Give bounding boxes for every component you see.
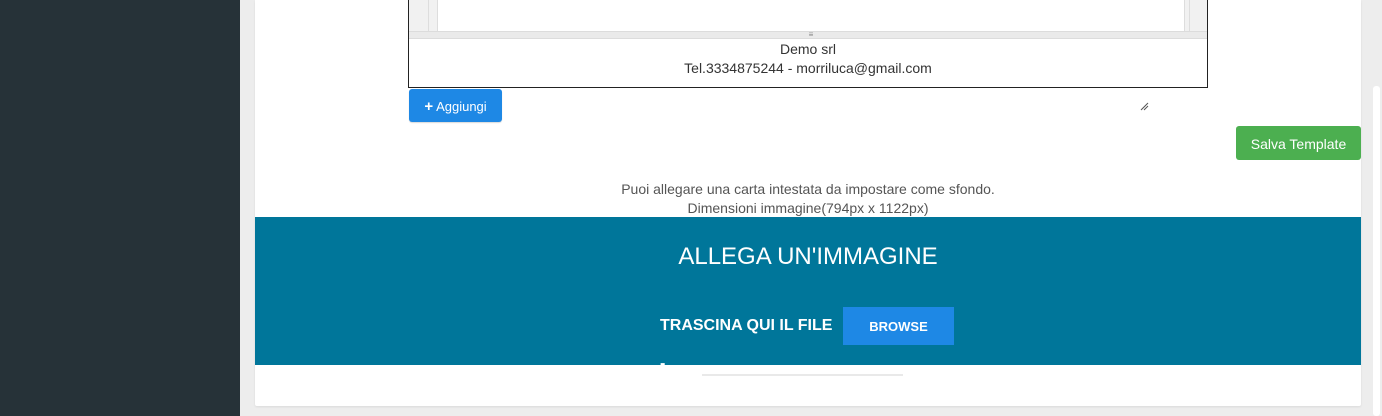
- background-note-line1: Puoi allegare una carta intestata da imp…: [621, 181, 995, 197]
- page-scrollbar[interactable]: [1371, 0, 1382, 416]
- browse-button[interactable]: BROWSE: [843, 307, 954, 345]
- dropzone-title: ALLEGA UN'IMMAGINE: [678, 243, 938, 270]
- add-button[interactable]: + Aggiungi: [409, 89, 502, 122]
- background-note: Puoi allegare una carta intestata da imp…: [255, 180, 1361, 218]
- plus-icon: +: [424, 98, 434, 115]
- upload-progress-track: [702, 374, 903, 376]
- file-dropzone[interactable]: ALLEGA UN'IMMAGINE TRASCINA QUI IL FILE …: [255, 217, 1361, 372]
- resize-handle-icon[interactable]: ≡: [807, 31, 815, 39]
- footer-company-name: Demo srl: [779, 41, 836, 57]
- dropzone-drag-text: TRASCINA QUI IL FILE -: [660, 317, 833, 372]
- scrollbar-thumb[interactable]: [1373, 86, 1380, 416]
- save-template-button[interactable]: Salva Template: [1236, 126, 1361, 160]
- background-note-line2: Dimensioni immagine(794px x 1122px): [687, 200, 929, 216]
- editor-page[interactable]: [437, 0, 1185, 31]
- add-button-label: Aggiungi: [436, 99, 487, 114]
- editor-column-divider-left: [428, 0, 429, 31]
- footer-contact-line: Tel.3334875244 - morriluca@gmail.com: [684, 60, 932, 76]
- dropzone-row: TRASCINA QUI IL FILE - BROWSE: [255, 307, 1361, 372]
- editor-column-divider-right: [1189, 0, 1190, 31]
- footer-editor: ≡ Demo srl Tel.3334875244 - morriluca@gm…: [408, 0, 1208, 111]
- sidebar: [0, 0, 240, 416]
- textarea-resize-icon[interactable]: [1139, 101, 1149, 111]
- editor-content-area[interactable]: [409, 0, 1207, 31]
- footer-textarea[interactable]: Demo srl Tel.3334875244 - morriluca@gmai…: [409, 39, 1207, 111]
